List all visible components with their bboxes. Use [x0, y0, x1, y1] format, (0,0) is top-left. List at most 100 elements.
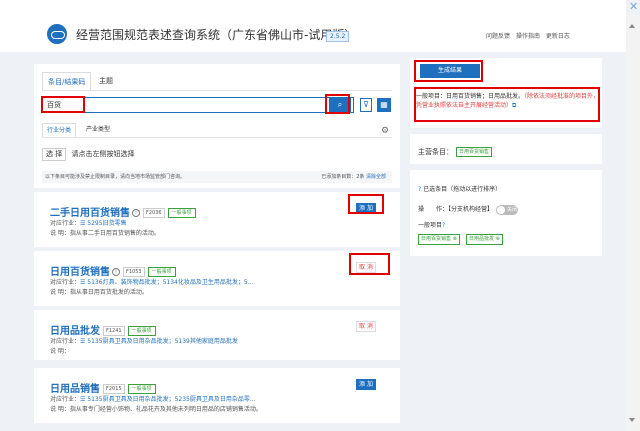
item-desc: 说 明：指从事日用百货批发的活动。	[50, 287, 148, 296]
tab-divider	[42, 90, 392, 91]
result-item: 日用百货销售 i F1053 一般事项 对应行业：☰ 5136灯具、装饰物品批发；51…	[34, 251, 400, 306]
notice-text: 以下条目可能涉及禁止限制目录，请向当地市场监管部门咨询。	[45, 174, 186, 180]
general-label-text: 一般项目	[418, 222, 443, 229]
info-icon[interactable]: i	[112, 268, 120, 276]
main-item-label: 主营条目：	[418, 148, 453, 156]
industry-value[interactable]: ☰ 5295旧货零售	[80, 220, 127, 227]
toggle-text: 关闭	[507, 206, 518, 213]
selected-chip[interactable]: 日用品批发 ⊗	[466, 234, 503, 245]
cancel-button[interactable]: 取 消	[356, 262, 376, 273]
search-button[interactable]: ⌕	[329, 98, 351, 112]
item-industry: 对应行业：☰ 5135厨具卫具及日用杂品批发；5139其他家庭用品批发	[50, 336, 238, 345]
item-industry: 对应行业：☰ 5135厨具卫具及日用杂品批发；5235厨具卫具及日用杂品零...	[50, 394, 256, 403]
operation-value: 【分支机构经营】	[448, 206, 494, 213]
scrollbar[interactable]	[626, 14, 640, 431]
app-title: 经营范围规范表述查询系统（广东省佛山市-试用版）	[76, 28, 357, 42]
top-links: 问题反馈 操作指南 更新日志	[486, 31, 574, 40]
subtab-divider	[42, 137, 392, 138]
desc-value: 指从事日用百货批发的活动。	[69, 289, 148, 296]
tab-sector[interactable]: 产业类型	[82, 123, 114, 137]
tab-topic[interactable]: 主题	[94, 72, 118, 90]
result-item: 日用品销售 F2015 一般事项 对应行业：☰ 5135厨具卫具及日用杂品批发；52…	[34, 368, 400, 423]
main-item-card: 主营条目： 日用百货销售	[410, 134, 602, 164]
industry-value[interactable]: ☰ 5135厨具卫具及日用杂品批发；5235厨具卫具及日用杂品零...	[80, 396, 256, 403]
add-button[interactable]: 添 加	[356, 379, 376, 390]
selected-title-text: 已选条目（拖动以进行排序）	[423, 186, 502, 193]
item-code: F1053	[123, 267, 145, 277]
item-code: F1241	[103, 326, 125, 336]
item-title[interactable]: 日用百货销售 i F1053 一般事项	[50, 263, 176, 278]
item-industry: 对应行业：☰ 5136灯具、装饰物品批发；5134化妆品及卫生用品批发；5...	[50, 277, 253, 286]
add-button[interactable]: 添 加	[356, 203, 376, 214]
operation-label: 操 作：	[418, 206, 449, 213]
tab-entry-code[interactable]: 条目/结果码	[42, 72, 92, 91]
search-panel: 条目/结果码 主题 百货 ⌕ ⊽ ▦ 行业分类 产业类型 ⚙ 选 择 请点击左侧…	[34, 64, 400, 431]
item-code: F2036	[143, 208, 165, 218]
close-icon[interactable]: ✕	[629, 0, 638, 13]
search-input[interactable]: 百货	[42, 97, 354, 113]
select-button[interactable]: 选 择	[42, 148, 67, 161]
select-row: 选 择 请点击左侧按钮选择	[42, 148, 134, 161]
desc-value: 指从事二手日用百货销售的活动。	[69, 230, 160, 237]
notice-bar: 以下条目可能涉及禁止限制目录，请向当地市场监管部门咨询。 已添加条目数：2条 清…	[42, 171, 392, 183]
changelog-link[interactable]: 更新日志	[546, 33, 570, 40]
copy-icon[interactable]: ⧉	[512, 102, 516, 109]
desc-value: 指从事专门经营小饰物、礼品花卉及其他未列明日用品的店铺销售活动。	[69, 406, 262, 413]
filter-icon[interactable]: ⊽	[360, 98, 372, 112]
selected-title: ? 已选条目（拖动以进行排序）	[418, 184, 501, 193]
top-bar: 经营范围规范表述查询系统（广东省佛山市-试用版） 2.5.2 问题反馈 操作指南…	[0, 0, 626, 52]
item-tag: 一般事项	[127, 384, 156, 394]
operation-row: 操 作：【分支机构经营】 关闭	[418, 204, 519, 215]
result-panel: 生成结果 一般项目：日用百货销售；日用品批发。（除依法须经批准的项目外，凭营业执…	[410, 58, 602, 431]
result-item: 二手日用百货销售 i F2036 一般事项 对应行业：☰ 5295旧货零售 说 明：指…	[34, 192, 400, 247]
result-normal-text: 一般项目：日用百货销售；日用品批发。	[416, 93, 525, 100]
added-count-text: 已添加条目数：2条	[321, 174, 365, 180]
guide-link[interactable]: 操作指南	[516, 33, 540, 40]
desc-label: 说 明：	[50, 289, 70, 296]
industry-label: 对应行业：	[50, 279, 81, 286]
item-tag: 一般事项	[127, 326, 156, 336]
clear-all-link[interactable]: 清除全部	[366, 174, 386, 180]
cancel-button[interactable]: 取 消	[356, 321, 376, 332]
industry-label: 对应行业：	[50, 220, 81, 227]
table-icon[interactable]: ▦	[377, 98, 391, 112]
item-tag: 一般事项	[147, 267, 176, 277]
item-desc: 说 明：指从事专门经营小饰物、礼品花卉及其他未列明日用品的店铺销售活动。	[50, 404, 262, 413]
selected-chips: 日用百货销售 ⊗ 日用品批发 ⊗	[418, 234, 507, 245]
industry-label: 对应行业：	[50, 396, 81, 403]
result-item: 日用品批发 F1241 一般事项 对应行业：☰ 5135厨具卫具及日用杂品批发；51…	[34, 310, 400, 360]
app-logo-icon	[47, 24, 67, 44]
scroll-down-icon[interactable]	[629, 418, 635, 422]
main-item-tag[interactable]: 日用百货销售	[456, 147, 493, 157]
result-text: 一般项目：日用百货销售；日用品批发。（除依法须经批准的项目外，凭营业执照依法自主…	[416, 92, 600, 110]
version-badge: 2.5.2	[326, 31, 350, 42]
tab-industry[interactable]: 行业分类	[42, 123, 77, 138]
info-icon[interactable]: i	[132, 209, 140, 217]
select-hint: 请点击左侧按钮选择	[71, 150, 135, 158]
selected-card: ? 已选条目（拖动以进行排序） 操 作：【分支机构经营】 关闭 一般项目? 日用百…	[410, 170, 602, 256]
scroll-up-icon[interactable]	[629, 24, 635, 28]
general-help-icon[interactable]: ?	[442, 222, 445, 229]
item-title[interactable]: 日用品销售 F2015 一般事项	[50, 380, 156, 395]
desc-label: 说 明：	[50, 348, 70, 355]
item-industry: 对应行业：☰ 5295旧货零售	[50, 218, 127, 227]
gear-icon[interactable]: ⚙	[381, 126, 389, 136]
result-card: 生成结果 一般项目：日用百货销售；日用品批发。（除依法须经批准的项目外，凭营业执…	[410, 58, 602, 128]
desc-label: 说 明：	[50, 406, 70, 413]
desc-label: 说 明：	[50, 230, 70, 237]
search-card: 条目/结果码 主题 百货 ⌕ ⊽ ▦ 行业分类 产业类型 ⚙ 选 择 请点击左侧…	[34, 64, 400, 188]
generate-result-button[interactable]: 生成结果	[420, 64, 480, 78]
feedback-link[interactable]: 问题反馈	[486, 33, 510, 40]
general-items-label: 一般项目?	[418, 220, 445, 229]
industry-value[interactable]: ☰ 5135厨具卫具及日用杂品批发；5139其他家庭用品批发	[80, 338, 238, 345]
selected-chip[interactable]: 日用百货销售 ⊗	[418, 234, 460, 245]
item-desc: 说 明：	[50, 346, 70, 355]
item-desc: 说 明：指从事二手日用百货销售的活动。	[50, 228, 160, 237]
help-icon[interactable]: ?	[418, 186, 421, 193]
industry-label: 对应行业：	[50, 338, 81, 345]
item-title[interactable]: 二手日用百货销售 i F2036 一般事项	[50, 204, 196, 219]
industry-value[interactable]: ☰ 5136灯具、装饰物品批发；5134化妆品及卫生用品批发；5...	[80, 279, 253, 286]
branch-toggle[interactable]: 关闭	[496, 204, 519, 215]
item-title[interactable]: 日用品批发 F1241 一般事项	[50, 322, 156, 337]
item-tag: 一般事项	[167, 208, 196, 218]
